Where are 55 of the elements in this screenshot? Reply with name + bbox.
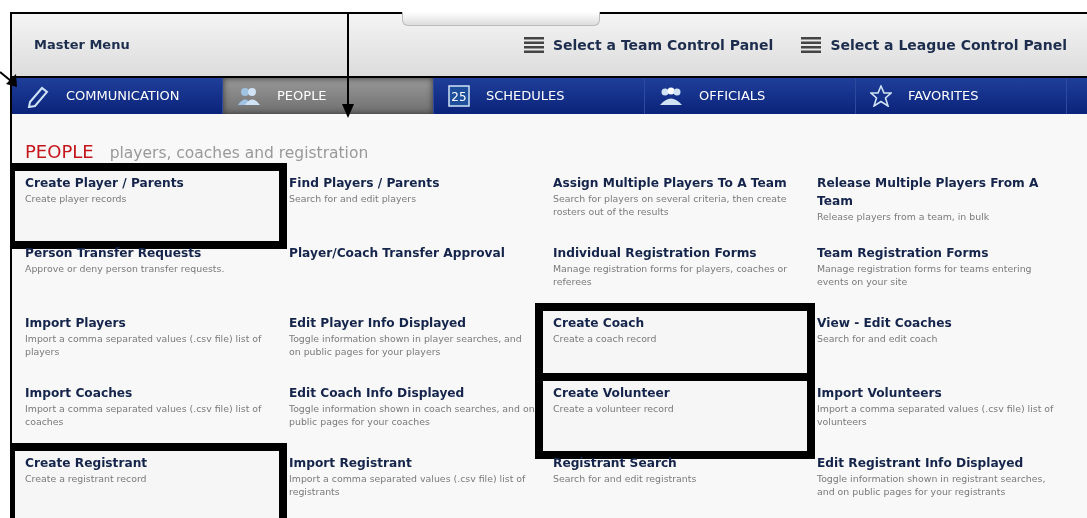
pencil-icon: [26, 84, 50, 108]
link-description: Search for players on several criteria, then create rosters out of the results: [553, 192, 788, 219]
control-panel-link[interactable]: Select a Team Control Panel: [523, 34, 774, 56]
people-icon: [237, 86, 261, 106]
link-description: Release players from a team, in bulk: [817, 210, 991, 224]
link-description: Toggle information shown in registrant searches, and on public pages for your registrants: [817, 472, 1047, 499]
menu-link[interactable]: Release Multiple Players From A Team: [817, 174, 1063, 211]
star-icon: [870, 85, 892, 107]
menu-link[interactable]: Person Transfer Requests: [25, 244, 271, 263]
menu-link[interactable]: Edit Registrant Info Displayed: [817, 454, 1063, 473]
menu-link[interactable]: Registrant Search: [553, 454, 799, 473]
menu-link[interactable]: Create Registrant: [25, 454, 271, 473]
menu-icon: [801, 37, 822, 53]
menu-link[interactable]: Create Coach: [553, 314, 799, 333]
calendar-icon: 25: [448, 85, 470, 107]
section-subtitle: players, coaches and registration: [109, 143, 369, 164]
link-description: Toggle information shown in player searches, and on public pages for your players: [289, 332, 523, 359]
menu-link[interactable]: Individual Registration Forms: [553, 244, 799, 263]
menu-icon: [523, 37, 544, 53]
link-description: Toggle information shown in coach searches, and on public pages for your coaches: [289, 402, 535, 429]
link-description: Import a comma separated values (.csv file) list of volunteers: [817, 402, 1055, 429]
link-description: Create player records: [25, 192, 128, 206]
menu-link[interactable]: Import Coaches: [25, 384, 271, 403]
nav-tab[interactable]: 25 SCHEDULES: [434, 78, 645, 114]
link-description: Import a comma separated values (.csv file) list of coaches: [25, 402, 263, 429]
link-description: Manage registration forms for teams entering events on your site: [817, 262, 1033, 289]
link-description: Search for and edit registrants: [553, 472, 698, 486]
menu-link[interactable]: Find Players / Parents: [289, 174, 535, 193]
link-description: Search for and edit players: [289, 192, 417, 206]
nav-tab[interactable]: PEOPLE: [223, 78, 434, 114]
menu-link[interactable]: Create Volunteer: [553, 384, 799, 403]
menu-link[interactable]: Assign Multiple Players To A Team: [553, 174, 799, 193]
link-description: Manage registration forms for players, coaches or referees: [553, 262, 789, 289]
link-description: Import a comma separated values (.csv file) list of registrants: [289, 472, 527, 499]
link-description: Create a volunteer record: [553, 402, 675, 416]
link-description: Import a comma separated values (.csv file) list of players: [25, 332, 263, 359]
master-menu-title: Master Menu: [34, 36, 130, 55]
menu-link[interactable]: Import Players: [25, 314, 271, 333]
nav-tab[interactable]: FAVORITES: [856, 78, 1067, 114]
menu-link[interactable]: Edit Coach Info Displayed: [289, 384, 535, 403]
menu-link[interactable]: Team Registration Forms: [817, 244, 1063, 263]
menu-link[interactable]: Edit Player Info Displayed: [289, 314, 535, 333]
group-icon: [659, 86, 683, 106]
menu-link[interactable]: Import Registrant: [289, 454, 535, 473]
link-description: Create a coach record: [553, 332, 658, 346]
link-description: Approve or deny person transfer requests.: [25, 262, 226, 276]
control-panel-link[interactable]: Select a League Control Panel: [801, 34, 1067, 56]
menu-link[interactable]: View - Edit Coaches: [817, 314, 1063, 333]
menu-link[interactable]: Create Player / Parents: [25, 174, 271, 193]
section-title: PEOPLE: [25, 140, 94, 164]
menu-link[interactable]: Player/Coach Transfer Approval: [289, 244, 535, 263]
menu-link[interactable]: Import Volunteers: [817, 384, 1063, 403]
nav-tab[interactable]: OFFICIALS: [645, 78, 856, 114]
link-description: Create a registrant record: [25, 472, 148, 486]
link-description: Search for and edit coach: [817, 332, 939, 346]
